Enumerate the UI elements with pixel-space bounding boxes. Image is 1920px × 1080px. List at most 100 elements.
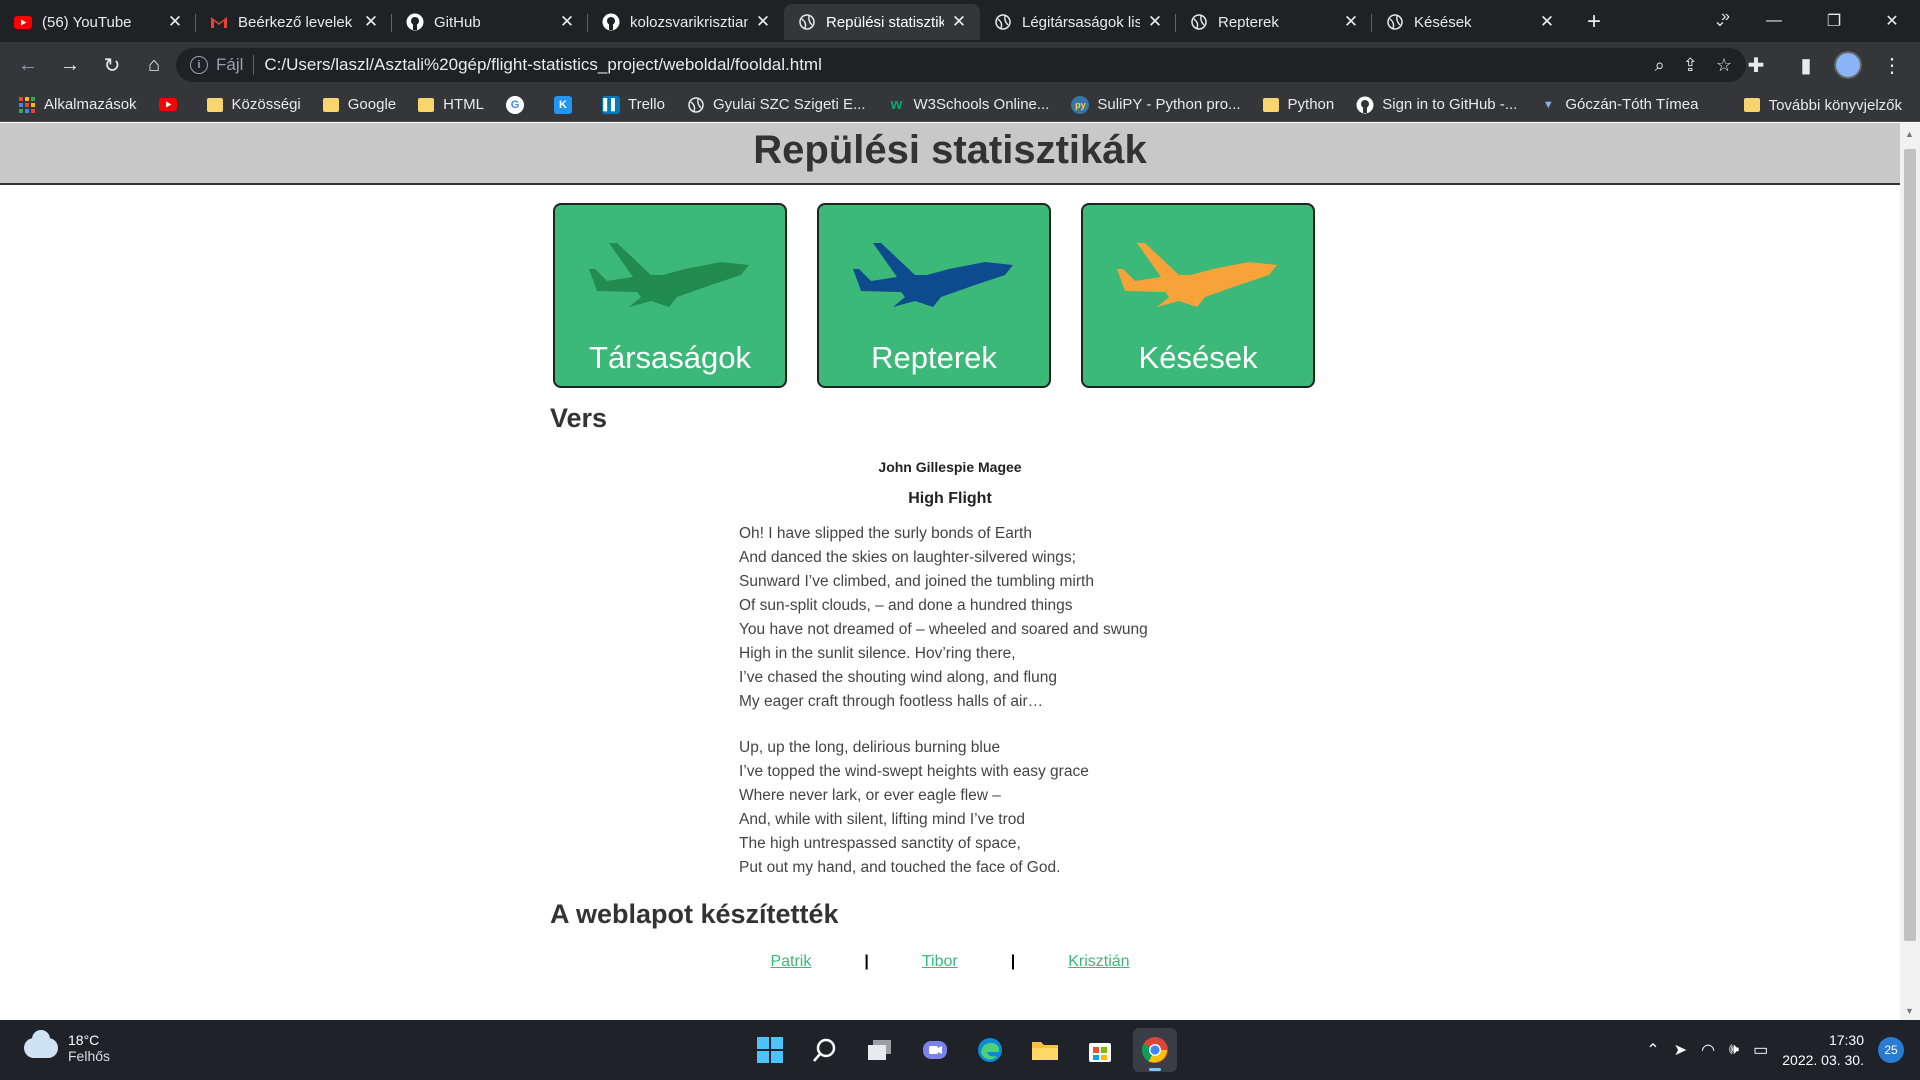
gmail-icon (210, 13, 228, 31)
back-button[interactable]: ← (8, 45, 48, 85)
profile-avatar[interactable] (1834, 51, 1862, 79)
edge-button[interactable] (968, 1028, 1012, 1072)
github-icon (1356, 96, 1374, 114)
wifi-icon[interactable]: ◠ (1701, 1040, 1715, 1060)
other-bookmarks-label: További könyvjelzők (1768, 96, 1902, 114)
close-tab-icon[interactable]: ✕ (1538, 12, 1556, 32)
tray-overflow-chevron-icon[interactable]: ⌃ (1646, 1040, 1659, 1060)
author-link-krisztian[interactable]: Krisztián (1068, 953, 1129, 971)
bookmark-goczan[interactable]: ▼ Góczán-Tóth Tímea (1539, 96, 1699, 114)
bookmark-star-icon[interactable]: ☆ (1716, 55, 1732, 76)
tab-github-repo[interactable]: kolozsvarikrisztian ✕ (588, 4, 784, 40)
address-url[interactable]: C:/Users/laszl/Asztali%20gép/flight-stat… (264, 55, 821, 75)
bookmark-youtube[interactable] (158, 96, 185, 114)
tab-github[interactable]: GitHub ✕ (392, 4, 588, 40)
tab-flight-statistics[interactable]: Repülési statisztik ✕ (784, 4, 980, 40)
task-view-icon (868, 1040, 891, 1060)
bookmark-gyulai[interactable]: Gyulai SZC Szigeti E... (687, 96, 866, 114)
teams-chat-button[interactable] (913, 1028, 957, 1072)
bookmark-github-signin[interactable]: Sign in to GitHub -... (1356, 96, 1517, 114)
search-button[interactable] (803, 1028, 847, 1072)
bookmark-folder-html[interactable]: HTML (418, 96, 484, 113)
close-tab-icon[interactable]: ✕ (1342, 12, 1360, 32)
bookmark-sulipy[interactable]: py SuliPY - Python pro... (1071, 95, 1241, 114)
tab-title: Beérkező levelek ( (238, 13, 356, 31)
card-kesesek[interactable]: Késések (1081, 203, 1315, 388)
location-icon[interactable]: ➤ (1674, 1040, 1687, 1060)
scroll-up-icon[interactable]: ▲ (1905, 129, 1914, 139)
bookmark-label: Trello (627, 96, 665, 113)
poem-line: The high untrespassed sanctity of space, (739, 835, 1021, 852)
store-button[interactable] (1078, 1028, 1122, 1072)
folder-icon (206, 97, 223, 112)
close-tab-icon[interactable]: ✕ (950, 12, 968, 32)
notification-badge[interactable]: 25 (1878, 1037, 1904, 1063)
task-view-button[interactable] (858, 1028, 902, 1072)
close-tab-icon[interactable]: ✕ (1146, 12, 1164, 32)
bookmark-label: Közösségi (231, 96, 301, 113)
bookmark-folder-python[interactable]: Python (1262, 96, 1335, 113)
volume-icon[interactable]: 🕪 (1729, 1041, 1739, 1059)
edge-icon (978, 1038, 1002, 1062)
restore-button[interactable]: ❐ (1806, 0, 1862, 42)
page-scrollbar[interactable]: ▲ ▼ (1900, 123, 1920, 1020)
author-link-tibor[interactable]: Tibor (922, 953, 958, 971)
chrome-icon (1141, 1037, 1168, 1063)
battery-icon[interactable]: ▭ (1753, 1040, 1768, 1060)
clock[interactable]: 17:30 2022. 03. 30. (1782, 1030, 1864, 1070)
authors-list: Patrik | Tibor | Krisztián (0, 953, 1900, 971)
bookmarks-overflow-button[interactable]: » (1721, 8, 1730, 26)
share-icon[interactable]: ⇪ (1683, 55, 1698, 76)
tab-airports[interactable]: Repterek ✕ (1176, 4, 1372, 40)
youtube-icon (14, 13, 32, 31)
nav-cards: Társaságok Repterek Késések (553, 203, 1315, 388)
minimize-button[interactable]: — (1746, 0, 1802, 42)
scrollbar-thumb[interactable] (1904, 149, 1916, 941)
bookmark-google[interactable]: G (505, 95, 532, 114)
address-bar[interactable]: i Fájl C:/Users/laszl/Asztali%20gép/flig… (176, 48, 1746, 82)
close-tab-icon[interactable]: ✕ (362, 12, 380, 32)
bookmark-apps[interactable]: Alkalmazások (18, 96, 137, 114)
windows-logo-icon (757, 1037, 783, 1063)
close-tab-icon[interactable]: ✕ (754, 12, 772, 32)
side-panel-icon[interactable]: ▮ (1786, 45, 1826, 85)
home-button[interactable]: ⌂ (134, 45, 174, 85)
page-header: Repülési statisztikák (0, 123, 1900, 185)
tab-title: kolozsvarikrisztian (630, 13, 748, 31)
card-repterek[interactable]: Repterek (817, 203, 1051, 388)
file-explorer-button[interactable] (1023, 1028, 1067, 1072)
poem-line: I’ve topped the wind-swept heights with … (739, 763, 1089, 780)
tab-title: Késések (1414, 13, 1472, 31)
site-info-icon[interactable]: i (190, 56, 208, 74)
tab-youtube[interactable]: (56) YouTube ✕ (0, 4, 196, 40)
tab-gmail[interactable]: Beérkező levelek ( ✕ (196, 4, 392, 40)
menu-kebab-icon[interactable]: ⋮ (1872, 45, 1912, 85)
new-tab-button[interactable]: + (1576, 4, 1612, 40)
start-button[interactable] (748, 1028, 792, 1072)
bookmark-k-app[interactable]: K (553, 95, 580, 114)
tab-search-chevron-icon[interactable]: ⌄ (1692, 0, 1748, 42)
bookmark-folder-kozossegi[interactable]: Közösségi (206, 96, 301, 113)
bookmark-label: Python (1287, 96, 1335, 113)
close-tab-icon[interactable]: ✕ (558, 12, 576, 32)
windows-taskbar: 18°C Felhős ⌃ ➤ ◠ 🕪 ▭ 17:30 2022. 03. 30… (0, 1020, 1920, 1080)
author-link-patrik[interactable]: Patrik (770, 953, 811, 971)
poem-line: You have not dreamed of – wheeled and so… (739, 621, 1148, 638)
extensions-icon[interactable]: ✚ (1736, 45, 1776, 85)
chrome-button[interactable] (1133, 1028, 1177, 1072)
forward-button[interactable]: → (50, 45, 90, 85)
bookmark-folder-google[interactable]: Google (322, 96, 396, 113)
bookmark-label: Sign in to GitHub -... (1382, 96, 1518, 113)
zoom-icon[interactable]: ⌕ (1655, 55, 1665, 76)
card-tarsasagok[interactable]: Társaságok (553, 203, 787, 388)
other-bookmarks-folder[interactable]: További könyvjelzők (1743, 88, 1902, 122)
scroll-down-icon[interactable]: ▼ (1905, 1006, 1914, 1016)
close-tab-icon[interactable]: ✕ (166, 12, 184, 32)
tab-delays[interactable]: Késések ✕ (1372, 4, 1568, 40)
tab-airlines[interactable]: Légitársaságok lis ✕ (980, 4, 1176, 40)
bookmark-w3schools[interactable]: w W3Schools Online... (888, 96, 1050, 114)
bookmark-trello[interactable]: ▌▌ Trello (601, 95, 665, 114)
close-window-button[interactable]: ✕ (1864, 0, 1920, 42)
reload-button[interactable]: ↻ (92, 45, 132, 85)
weather-widget[interactable]: 18°C Felhős (24, 1030, 110, 1064)
